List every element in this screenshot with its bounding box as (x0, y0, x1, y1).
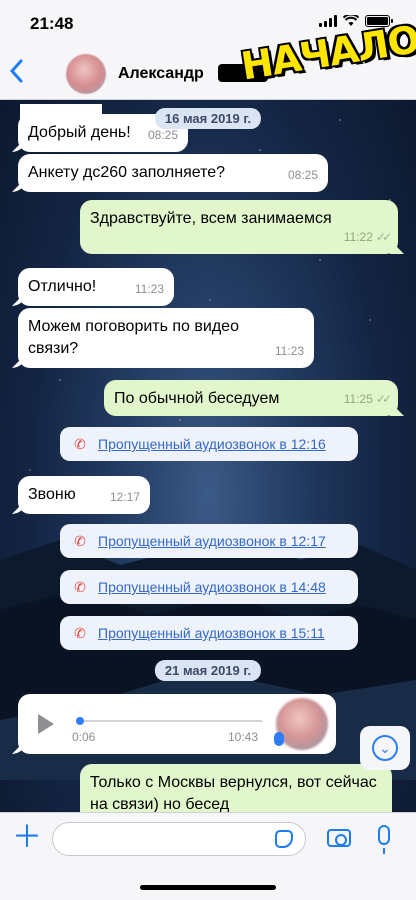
message-time: 08:25 (287, 168, 318, 182)
voice-elapsed: 0:06 (72, 730, 96, 744)
message-text: Только с Москвы вернулся, вот сейчас на … (90, 774, 377, 812)
missed-call-link[interactable]: Пропущенный аудиозвонок в 15:11 (98, 625, 325, 641)
missed-call-icon: ✆ (74, 579, 86, 595)
missed-call-link[interactable]: Пропущенный аудиозвонок в 12:17 (98, 533, 326, 549)
missed-call-row[interactable]: ✆ Пропущенный аудиозвонок в 12:16 (60, 427, 358, 461)
message-text: Отлично! (28, 278, 97, 295)
message-bubble-outgoing[interactable]: Здравствуйте, всем занимаемся 11:22 ✓✓ (80, 200, 398, 254)
message-list[interactable]: Добрый день! 08:25 16 мая 2019 г. Анкету… (0, 100, 416, 812)
message-bubble-incoming[interactable]: Можем поговорить по видео связи? 11:23 (18, 308, 314, 368)
message-text: По обычной беседуем (114, 390, 280, 407)
missed-call-link[interactable]: Пропущенный аудиозвонок в 12:16 (98, 436, 326, 452)
message-time: 12:17 (109, 490, 140, 504)
message-bubble-outgoing[interactable]: По обычной беседуем 11:25 ✓✓ (104, 380, 398, 416)
missed-call-link[interactable]: Пропущенный аудиозвонок в 14:48 (98, 579, 326, 595)
chevron-down-icon: ⌄ (372, 735, 398, 761)
microphone-icon (274, 732, 284, 746)
missed-call-row[interactable]: ✆ Пропущенный аудиозвонок в 14:48 (60, 570, 358, 604)
voice-message[interactable]: 0:06 10:43 (18, 694, 336, 754)
camera-icon[interactable] (327, 829, 351, 847)
missed-call-row[interactable]: ✆ Пропущенный аудиозвонок в 12:17 (60, 524, 358, 558)
status-time: 21:48 (30, 14, 74, 33)
microphone-icon[interactable] (378, 825, 390, 854)
voice-duration: 10:43 (228, 730, 259, 744)
message-time: 11:22 (343, 230, 373, 244)
message-time: 11:23 (134, 282, 164, 296)
missed-call-icon: ✆ (74, 436, 86, 452)
message-text: Здравствуйте, всем занимаемся (90, 210, 332, 227)
sticker-text: НАЧАЛО (237, 16, 416, 90)
message-input-bar: ＋ (0, 812, 416, 900)
missed-call-icon: ✆ (74, 533, 86, 549)
voice-progress-track[interactable] (80, 720, 262, 722)
contact-name[interactable]: Александр (118, 65, 204, 83)
message-text: Звоню (28, 486, 76, 503)
missed-call-icon: ✆ (74, 625, 86, 641)
message-bubble-outgoing[interactable]: Только с Москвы вернулся, вот сейчас на … (80, 764, 392, 812)
back-button[interactable] (8, 58, 24, 89)
message-input[interactable] (52, 822, 306, 856)
message-bubble-incoming[interactable]: Анкету дс260 заполняете? 08:25 (18, 154, 328, 192)
message-time: 11:25 (343, 392, 373, 406)
read-checkmarks-icon: ✓✓ (375, 230, 392, 244)
message-text: Анкету дс260 заполняете? (28, 164, 226, 181)
date-separator: 21 мая 2019 г. (154, 660, 262, 681)
message-bubble-incoming[interactable]: Отлично! 11:23 (18, 268, 174, 306)
home-indicator (140, 885, 276, 890)
message-time: 11:23 (274, 344, 304, 358)
message-bubble-incoming[interactable]: Звоню 12:17 (18, 476, 150, 514)
contact-avatar[interactable] (66, 54, 106, 94)
message-text: Добрый день! (28, 124, 131, 141)
voice-progress-handle[interactable] (76, 717, 84, 725)
play-icon[interactable] (38, 714, 54, 734)
message-text: Можем поговорить по видео связи? (28, 318, 239, 357)
scroll-to-bottom-button[interactable]: ⌄ (360, 726, 410, 770)
chevron-left-icon (9, 59, 23, 83)
attach-plus-icon[interactable]: ＋ (12, 823, 42, 853)
read-checkmarks-icon: ✓✓ (375, 392, 392, 406)
missed-call-row[interactable]: ✆ Пропущенный аудиозвонок в 15:11 (60, 616, 358, 650)
